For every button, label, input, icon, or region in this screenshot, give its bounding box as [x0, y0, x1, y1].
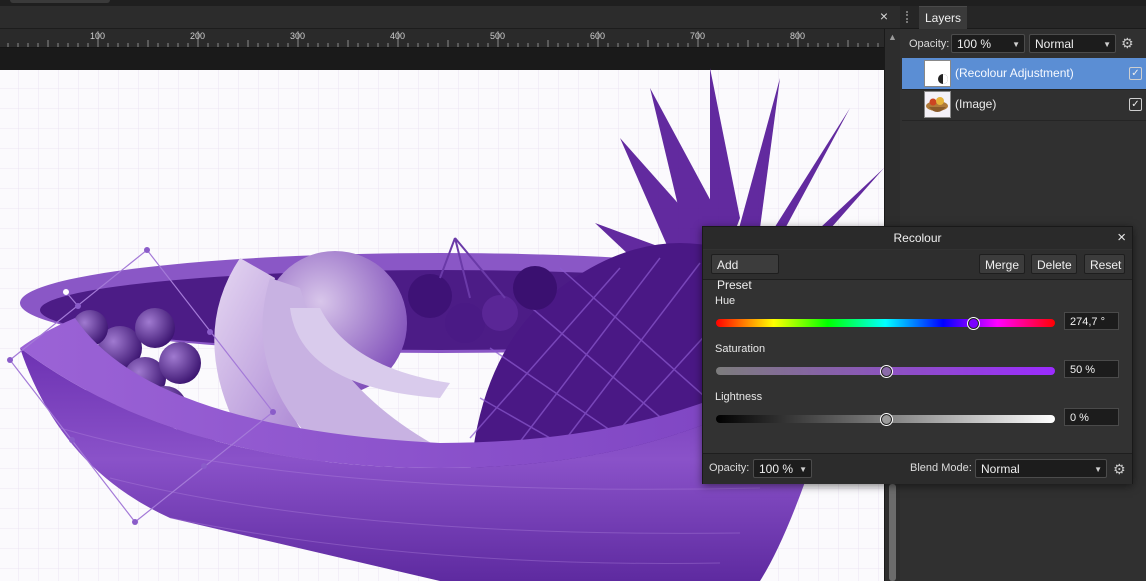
chevron-down-icon: ▼: [1103, 40, 1111, 49]
dialog-footer: Opacity: 100 % ▼ Blend Mode: Normal ▼ ⚙: [703, 453, 1132, 484]
ruler-label: 300: [290, 31, 306, 41]
document-close-button[interactable]: ×: [876, 8, 892, 24]
ruler-label: 500: [490, 31, 506, 41]
scroll-up-icon[interactable]: ▲: [888, 32, 897, 42]
add-preset-button[interactable]: Add Preset: [711, 254, 779, 292]
opacity-label: Opacity:: [909, 38, 950, 50]
delete-button[interactable]: Delete: [1031, 254, 1077, 274]
dialog-title-bar[interactable]: Recolour ×: [703, 227, 1132, 249]
opacity-dropdown[interactable]: 100 % ▼: [753, 459, 812, 478]
dialog-title: Recolour: [893, 231, 942, 245]
saturation-value-field[interactable]: 50 %: [1064, 360, 1119, 378]
opacity-label: Opacity:: [709, 462, 750, 474]
lightness-value-field[interactable]: 0 %: [1064, 408, 1119, 426]
ruler-label: 200: [190, 31, 206, 41]
layer-name: (Image): [955, 97, 997, 111]
layer-name: (Recolour Adjustment): [955, 66, 1074, 80]
ruler-label: 700: [690, 31, 706, 41]
scrollbar-thumb[interactable]: [889, 484, 896, 581]
hue-label: Hue: [715, 295, 736, 307]
ruler-label: 800: [790, 31, 806, 41]
gear-icon[interactable]: ⚙: [1121, 36, 1135, 50]
saturation-slider-knob[interactable]: [880, 366, 892, 377]
gear-icon[interactable]: ⚙: [1113, 462, 1127, 476]
opacity-value: 100 %: [759, 462, 794, 476]
layer-options-bar: Opacity: 100 % ▼ Normal ▼ ⚙: [900, 29, 1146, 59]
document-tab-edge[interactable]: [10, 0, 110, 3]
document-bar: ×: [0, 6, 900, 29]
close-icon[interactable]: ×: [1117, 229, 1126, 247]
blend-mode-value: Normal: [981, 462, 1020, 476]
lightness-slider-knob[interactable]: [880, 414, 892, 425]
horizontal-ruler[interactable]: 100 200 300 400 500 600 700 800: [0, 29, 884, 48]
chevron-down-icon: ▼: [1094, 465, 1102, 474]
layer-row-recolour-adjustment[interactable]: (Recolour Adjustment) ✓: [902, 58, 1146, 90]
layer-row-image[interactable]: (Image) ✓: [902, 89, 1146, 121]
blend-mode-value: Normal: [1035, 37, 1074, 51]
merge-button[interactable]: Merge: [979, 254, 1025, 274]
ruler-label: 400: [390, 31, 406, 41]
reset-button[interactable]: Reset: [1084, 254, 1125, 274]
opacity-value: 100 %: [957, 37, 992, 51]
saturation-label: Saturation: [715, 343, 766, 355]
ruler-label: 600: [590, 31, 606, 41]
ruler-ticks: [7, 31, 879, 47]
layer-thumbnail-adjustment: [924, 60, 951, 87]
panel-tab-bar: Layers: [900, 6, 1146, 29]
blend-mode-label: Blend Mode:: [910, 462, 972, 474]
recolour-dialog: Recolour × Add Preset Merge Delete Reset…: [702, 226, 1133, 484]
saturation-slider[interactable]: [716, 366, 1055, 377]
tab-layers[interactable]: Layers: [919, 6, 968, 29]
chevron-down-icon: ▼: [1012, 40, 1020, 49]
layer-thumbnail-image: [924, 91, 951, 118]
panel-grip-icon[interactable]: [906, 11, 914, 23]
hue-slider[interactable]: [716, 318, 1055, 329]
blend-mode-dropdown[interactable]: Normal ▼: [1029, 34, 1116, 53]
dialog-toolbar: Add Preset Merge Delete Reset: [703, 250, 1132, 292]
hue-slider-knob[interactable]: [967, 318, 979, 329]
ruler-label: 100: [90, 31, 106, 41]
lightness-label: Lightness: [715, 391, 763, 403]
chevron-down-icon: ▼: [799, 465, 807, 474]
checkbox-checked-icon[interactable]: ✓: [1129, 98, 1142, 111]
hue-value-field[interactable]: 274,7 °: [1064, 312, 1119, 330]
lightness-slider[interactable]: [716, 414, 1055, 425]
checkbox-checked-icon[interactable]: ✓: [1129, 67, 1142, 80]
opacity-dropdown[interactable]: 100 % ▼: [951, 34, 1025, 53]
blend-mode-dropdown[interactable]: Normal ▼: [975, 459, 1107, 478]
